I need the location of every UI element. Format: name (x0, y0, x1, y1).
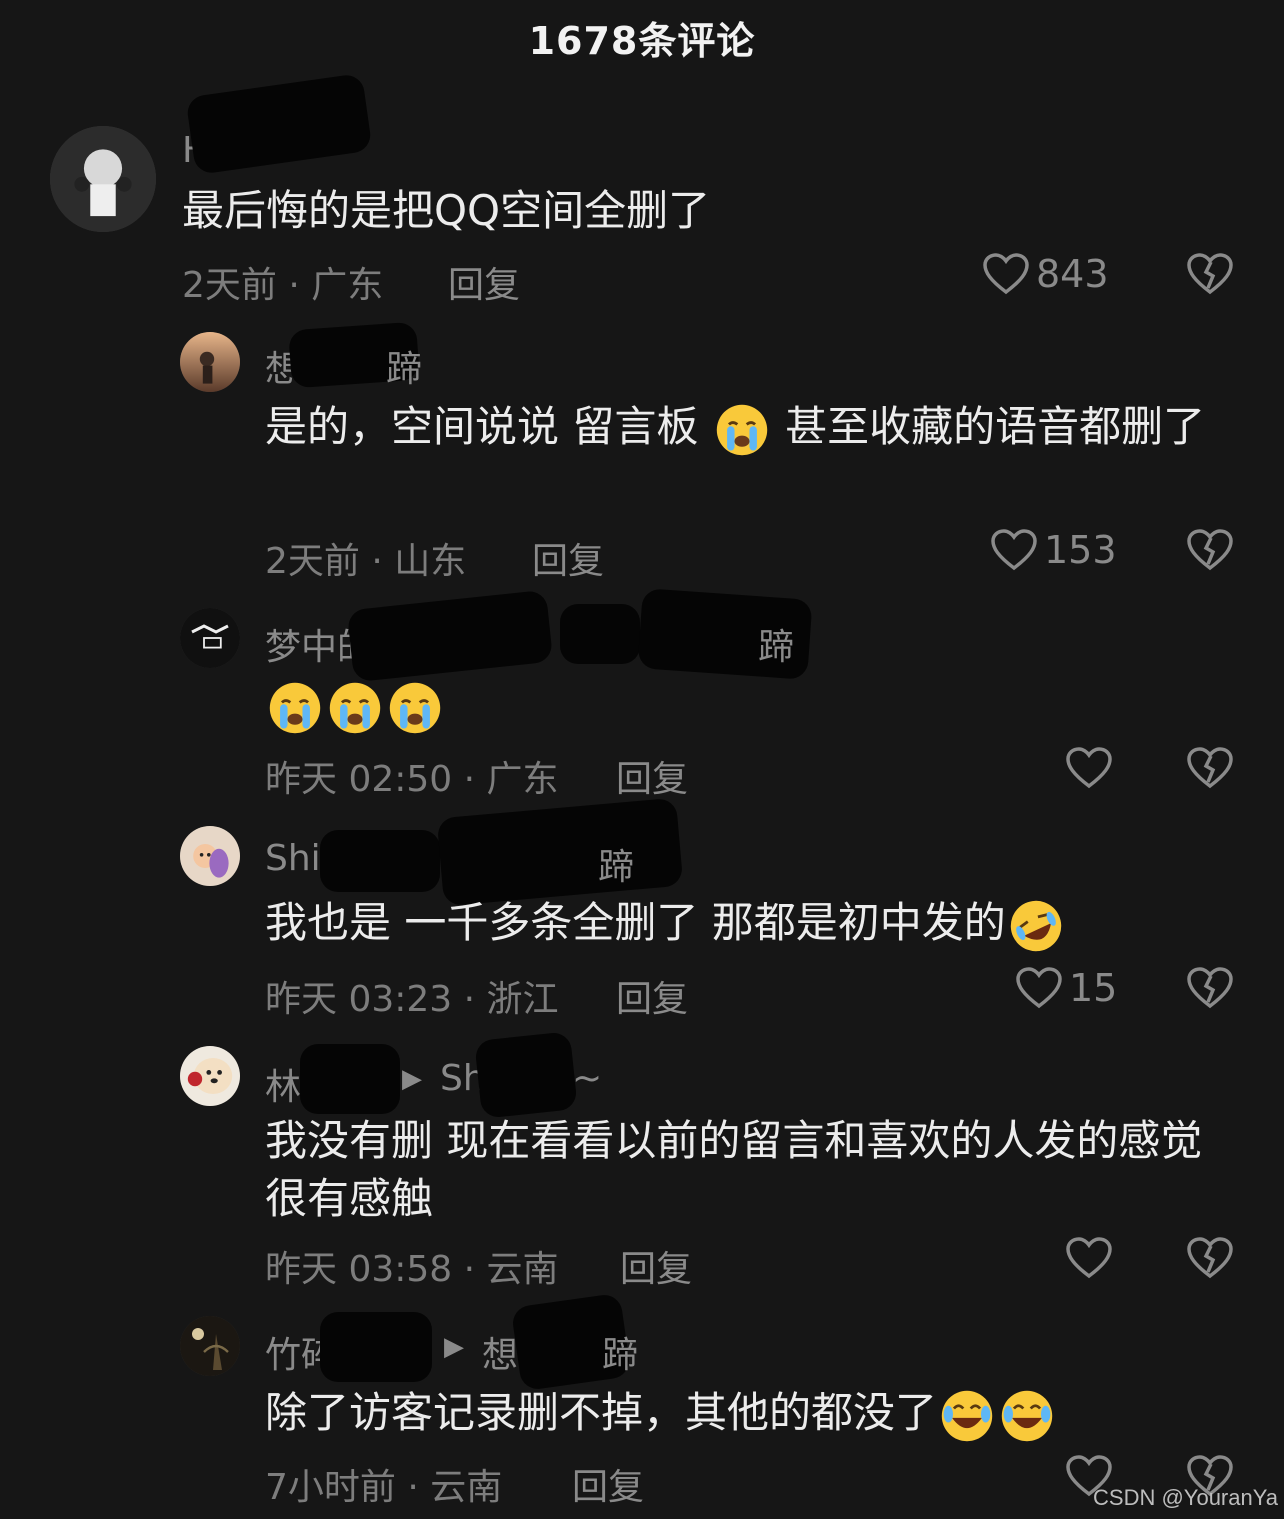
rolling-laughing-emoji (1010, 900, 1061, 951)
heart-outline-icon (982, 252, 1030, 296)
dislike-button[interactable] (1186, 966, 1234, 1010)
avatar[interactable] (180, 826, 240, 886)
reply-button[interactable]: 回复 (448, 256, 520, 308)
loudly-crying-face-emoji (329, 682, 381, 733)
comment-text: 除了访客记录删不掉，其他的都没了 (265, 1384, 1057, 1444)
reply-to-suffix: 蹄 (602, 1335, 639, 1376)
dislike-button[interactable] (1186, 746, 1234, 790)
loudly-crying-face-emoji (716, 404, 767, 455)
like-count: 843 (1036, 252, 1109, 296)
comment-meta: 昨天 02:50 · 广东 (265, 759, 559, 800)
loudly-crying-face-emoji (269, 682, 321, 733)
comment-meta: 昨天 03:58 · 云南 (265, 1249, 559, 1290)
broken-heart-icon (1186, 528, 1234, 572)
comment-text (265, 676, 445, 736)
reply-to-suffix: ~ (572, 1058, 603, 1099)
reply-button[interactable]: 回复 (532, 532, 604, 584)
redaction-mark (474, 1031, 578, 1119)
reply-button[interactable]: 回复 (616, 970, 688, 1022)
like-button[interactable] (1065, 1236, 1113, 1280)
reply-button[interactable]: 回复 (620, 1240, 692, 1292)
like-count: 15 (1069, 966, 1118, 1010)
tears-of-joy-emoji (1001, 1390, 1053, 1441)
avatar[interactable] (180, 1046, 240, 1106)
like-button[interactable]: 15 (1015, 966, 1117, 1010)
redaction-mark (320, 830, 440, 892)
comment-text: 我也是 一千多条全删了 那都是初中发的 (265, 894, 1066, 954)
comment-text-part: 我也是 一千多条全删了 那都是初中发的 (265, 898, 1006, 947)
like-count: 153 (1044, 528, 1117, 572)
redaction-mark (320, 1312, 432, 1382)
broken-heart-icon (1186, 746, 1234, 790)
username-suffix: 蹄 (386, 349, 423, 390)
comment-text: 我没有删 现在看看以前的留言和喜欢的人发的感觉很有感触 (265, 1116, 1203, 1223)
avatar[interactable] (50, 126, 156, 232)
dislike-button[interactable] (1186, 1236, 1234, 1280)
broken-heart-icon (1186, 1236, 1234, 1280)
avatar[interactable] (180, 608, 240, 668)
redaction-mark (300, 1044, 400, 1114)
redaction-mark (346, 589, 554, 683)
redaction-mark (185, 72, 373, 176)
avatar[interactable] (180, 1316, 240, 1376)
like-button[interactable] (1065, 746, 1113, 790)
dislike-button[interactable] (1186, 528, 1234, 572)
like-button[interactable]: 153 (990, 528, 1117, 572)
heart-outline-icon (1065, 1236, 1113, 1280)
comment-text-part: 除了访客记录删不掉，其他的都没了 (265, 1388, 938, 1437)
heart-outline-icon (1065, 746, 1113, 790)
broken-heart-icon (1186, 966, 1234, 1010)
comments-count-title: 1678条评论 (528, 19, 756, 63)
heart-outline-icon (990, 528, 1038, 572)
heart-outline-icon (1015, 966, 1063, 1010)
comment-text: 是的，空间说说 留言板 甚至收藏的语音都删了 (265, 398, 1235, 458)
comment-text-part: 是的，空间说说 留言板 (265, 402, 699, 451)
like-button[interactable]: 843 (982, 252, 1109, 296)
tears-of-joy-emoji (941, 1390, 993, 1441)
comment-meta: 2天前 · 广东 (182, 265, 384, 306)
watermark: CSDN @YouranYa (1093, 1485, 1278, 1510)
dislike-button[interactable] (1186, 252, 1234, 296)
username-suffix: 蹄 (598, 847, 635, 888)
username[interactable]: 林 (265, 1058, 301, 1110)
redaction-mark (560, 604, 640, 664)
loudly-crying-face-emoji (389, 682, 441, 733)
comment-meta: 昨天 03:23 · 浙江 (265, 979, 559, 1020)
reply-button[interactable]: 回复 (572, 1458, 644, 1510)
comment-meta: 2天前 · 山东 (265, 541, 467, 582)
reply-button[interactable]: 回复 (616, 750, 688, 802)
username-suffix: 蹄 (758, 627, 795, 668)
comment-text-part: 甚至收藏的语音都删了 (785, 402, 1206, 451)
comment-meta: 7小时前 · 云南 (265, 1467, 503, 1508)
redaction-mark (436, 797, 684, 907)
avatar[interactable] (180, 332, 240, 392)
reply-arrow-icon: ▶ (402, 1064, 422, 1094)
reply-to-username[interactable]: 想 (482, 1326, 518, 1378)
reply-arrow-icon: ▶ (444, 1332, 464, 1362)
broken-heart-icon (1186, 252, 1234, 296)
comment-text: 最后悔的是把QQ空间全删了 (182, 186, 711, 235)
username[interactable]: Shi (265, 838, 321, 879)
